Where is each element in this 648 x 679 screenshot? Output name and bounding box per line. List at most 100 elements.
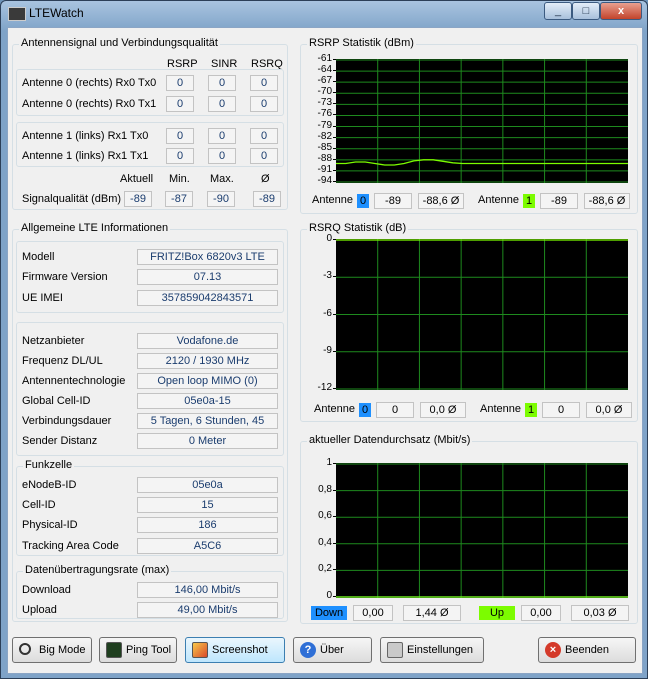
y-tick-mark xyxy=(333,239,336,240)
y-tick-mark xyxy=(333,92,336,94)
y-tick-label: -12 xyxy=(317,382,332,393)
info-label: Physical-ID xyxy=(22,519,78,531)
lte-info-title: Allgemeine LTE Informationen xyxy=(19,222,171,234)
rsrq-field: 0 xyxy=(250,148,278,164)
antenna-row-label: Antenne 1 (links) Rx1 Tx1 xyxy=(22,150,149,162)
y-tick-mark xyxy=(333,542,336,544)
y-tick-label: -64 xyxy=(317,64,332,76)
y-tick-label: 0 xyxy=(326,590,332,601)
info-label: eNodeB-ID xyxy=(22,479,77,491)
rsrp-plot xyxy=(336,59,628,183)
avg-header: Ø xyxy=(261,173,270,185)
y-tick-mark xyxy=(333,59,336,60)
quit-button-label: Beenden xyxy=(565,644,610,656)
info-label: Upload xyxy=(22,604,57,616)
throughput-chart-title: aktueller Datendurchsatz (Mbit/s) xyxy=(307,434,473,446)
info-value: 05e0a-15 xyxy=(137,393,278,409)
info-value: 2120 / 1930 MHz xyxy=(137,353,278,369)
legend-current: 0,00 xyxy=(353,605,393,621)
minimize-button[interactable]: _ xyxy=(544,2,572,20)
legend-avg: 1,44 Ø xyxy=(403,605,461,621)
rsrp-field: 0 xyxy=(166,148,194,164)
rsrq-field: 0 xyxy=(250,128,278,144)
y-tick-label: -88 xyxy=(317,152,332,164)
ping-tool-button[interactable]: Ping Tool xyxy=(99,637,177,663)
quality-current-field: -89 xyxy=(124,191,152,207)
y-tick-mark xyxy=(333,181,336,182)
legend-label: Antenne xyxy=(480,403,521,415)
y-tick-label: -79 xyxy=(317,119,332,131)
legend-badge: 1 xyxy=(525,403,537,417)
client-area: Antennensignal und Verbindungsqualität R… xyxy=(7,27,643,674)
info-value: 07.13 xyxy=(137,269,278,285)
info-label: Modell xyxy=(22,251,55,263)
quality-min-field: -87 xyxy=(165,191,193,207)
info-value: 05e0a xyxy=(137,477,278,493)
quit-button[interactable]: × Beenden xyxy=(538,637,636,663)
info-value: Open loop MIMO (0) xyxy=(137,373,278,389)
sinr-field: 0 xyxy=(208,128,236,144)
sinr-field: 0 xyxy=(208,75,236,91)
info-label: Antennentechnologie xyxy=(22,375,126,387)
info-value: 49,00 Mbit/s xyxy=(137,602,278,618)
y-tick-label: 0,8 xyxy=(318,483,332,495)
big-mode-button[interactable]: Big Mode xyxy=(12,637,92,663)
y-tick-mark xyxy=(333,313,336,315)
close-button[interactable]: x xyxy=(600,2,642,20)
y-tick-label: -3 xyxy=(323,270,332,282)
magnifier-icon xyxy=(19,643,31,655)
legend-badge: 0 xyxy=(357,194,369,208)
legend-avg: -88,6 Ø xyxy=(418,193,464,209)
legend-badge: 1 xyxy=(523,194,535,208)
settings-button[interactable]: Einstellungen xyxy=(380,637,484,663)
legend-avg: -88,6 Ø xyxy=(584,193,630,209)
maximize-button[interactable]: □ xyxy=(572,2,600,20)
legend-current: -89 xyxy=(374,193,412,209)
y-tick-label: 0,4 xyxy=(318,536,332,548)
info-label: Netzanbieter xyxy=(22,335,85,347)
app-icon xyxy=(8,7,26,21)
signal-quality-label: Signalqualität (dBm) xyxy=(22,193,122,205)
ping-tool-button-label: Ping Tool xyxy=(126,644,172,656)
y-tick-label: -76 xyxy=(317,108,332,120)
info-label: Firmware Version xyxy=(22,271,108,283)
signal-group-title: Antennensignal und Verbindungsqualität xyxy=(19,37,220,49)
legend-label: Antenne xyxy=(314,403,355,415)
info-label: Sender Distanz xyxy=(22,435,98,447)
y-tick-label: 1 xyxy=(326,457,332,468)
about-button[interactable]: ? Über xyxy=(293,637,372,663)
cell-group-title: Funkzelle xyxy=(23,459,75,471)
screenshot-button[interactable]: Screenshot xyxy=(185,637,285,663)
info-label: Tracking Area Code xyxy=(22,540,119,552)
window-title: LTEWatch xyxy=(29,6,84,20)
y-tick-mark xyxy=(333,388,336,389)
help-icon: ? xyxy=(300,642,316,658)
legend-current: 0,00 xyxy=(521,605,561,621)
y-tick-label: 0 xyxy=(326,233,332,244)
legend-current: 0 xyxy=(542,402,580,418)
legend-avg: 0,0 Ø xyxy=(420,402,466,418)
antenna-row-label: Antenne 0 (rechts) Rx0 Tx0 xyxy=(22,77,157,89)
title-bar[interactable]: LTEWatch _ □ x xyxy=(1,1,647,27)
y-tick-label: -82 xyxy=(317,130,332,142)
antenna-row-label: Antenne 1 (links) Rx1 Tx0 xyxy=(22,130,149,142)
current-header: Aktuell xyxy=(120,173,154,185)
quality-max-field: -90 xyxy=(207,191,235,207)
y-tick-mark xyxy=(333,489,336,491)
info-label: UE IMEI xyxy=(22,292,63,304)
y-tick-mark xyxy=(333,147,336,149)
legend-avg: 0,03 Ø xyxy=(571,605,629,621)
max-header: Max. xyxy=(210,173,234,185)
info-label: Global Cell-ID xyxy=(22,395,91,407)
y-tick-label: -6 xyxy=(323,307,332,319)
y-tick-mark xyxy=(333,169,336,171)
info-value: 146,00 Mbit/s xyxy=(137,582,278,598)
legend-label: Antenne xyxy=(312,194,353,206)
y-tick-mark xyxy=(333,596,336,597)
throughput-plot xyxy=(336,463,628,598)
sinr-field: 0 xyxy=(208,148,236,164)
legend-badge: Up xyxy=(479,606,515,620)
rsrp-field: 0 xyxy=(166,128,194,144)
y-tick-label: -67 xyxy=(317,75,332,87)
legend-current: -89 xyxy=(540,193,578,209)
